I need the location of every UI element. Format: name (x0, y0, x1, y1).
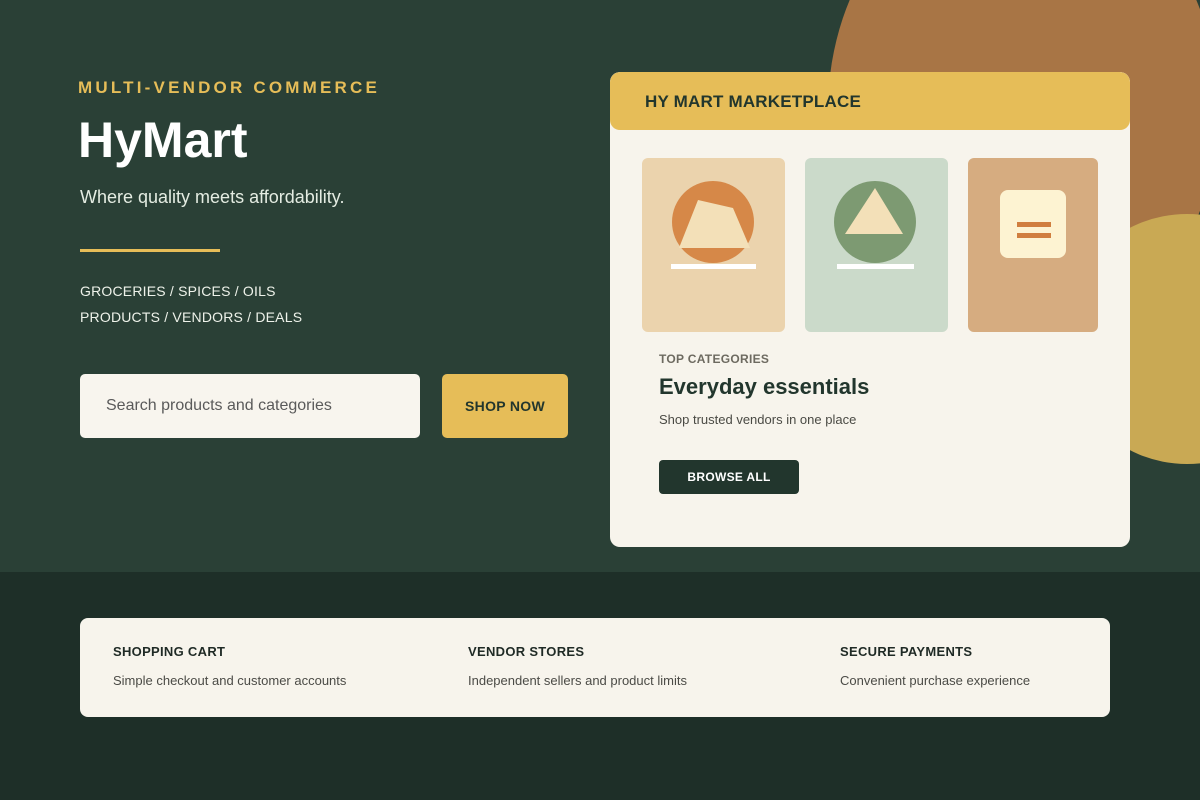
accent-divider (80, 249, 220, 252)
hero-section: MULTI-VENDOR COMMERCE HyMart Where quali… (0, 0, 1200, 572)
hero-eyebrow: MULTI-VENDOR COMMERCE (78, 78, 381, 97)
feature-title: SECURE PAYMENTS (840, 644, 973, 659)
category-line: PRODUCTS / VENDORS / DEALS (80, 309, 303, 325)
card-title: Everyday essentials (659, 374, 870, 399)
feature-description: Simple checkout and customer accounts (113, 673, 347, 688)
feature-description: Independent sellers and product limits (468, 673, 687, 688)
brand-title: HyMart (78, 112, 248, 168)
search-input[interactable] (80, 374, 420, 438)
hero-tagline: Where quality meets affordability. (80, 187, 345, 207)
category-line: GROCERIES / SPICES / OILS (80, 283, 276, 299)
feature-title: VENDOR STORES (468, 644, 585, 659)
category-tile[interactable] (805, 158, 948, 332)
marketplace-card: HY MART MARKETPLACE TOP CATEGORIES Every… (610, 72, 1130, 547)
card-header-title: HY MART MARKETPLACE (645, 92, 861, 111)
triangle-leaf-icon (834, 181, 916, 269)
feature-item: VENDOR STORES Independent sellers and pr… (468, 644, 687, 688)
card-description: Shop trusted vendors in one place (659, 412, 857, 427)
feature-description: Convenient purchase experience (840, 673, 1031, 688)
category-tile[interactable] (642, 158, 785, 332)
menu-lines-icon (1000, 190, 1066, 258)
feature-item: SHOPPING CART Simple checkout and custom… (113, 644, 346, 688)
feature-item: SECURE PAYMENTS Convenient purchase expe… (840, 644, 1030, 688)
card-sub-label: TOP CATEGORIES (659, 352, 770, 366)
card-header: HY MART MARKETPLACE (610, 72, 1130, 130)
features-bar: SHOPPING CART Simple checkout and custom… (80, 618, 1110, 717)
mountain-sun-icon (671, 181, 756, 269)
shop-now-button[interactable]: SHOP NOW (442, 374, 568, 438)
browse-all-button[interactable]: BROWSE ALL (659, 460, 799, 494)
category-tile[interactable] (968, 158, 1098, 332)
feature-title: SHOPPING CART (113, 644, 226, 659)
